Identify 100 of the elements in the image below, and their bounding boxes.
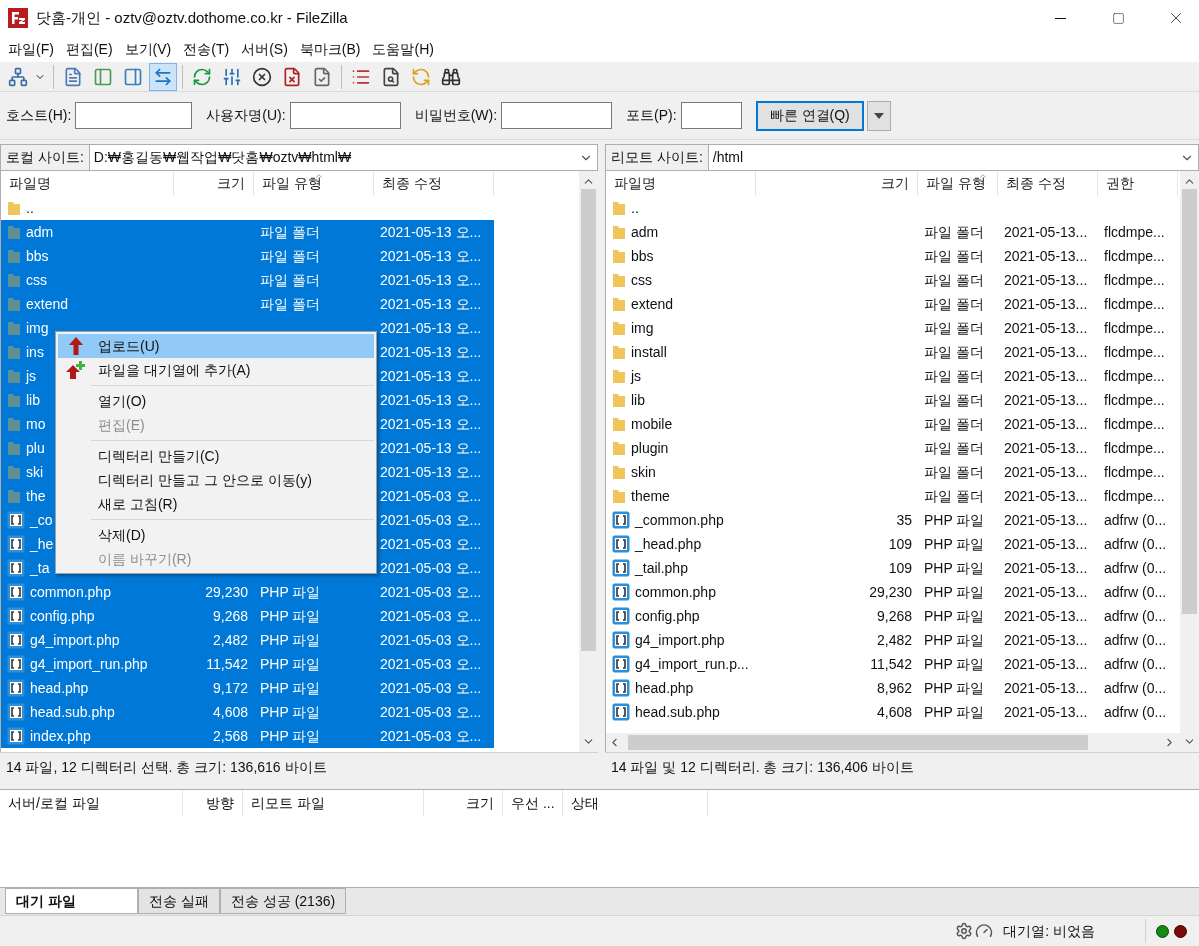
table-cell-text: flcdmpe... (1104, 294, 1165, 314)
table-cell-text: 2021-05-13... (1004, 390, 1088, 410)
table-cell-text: 파일 폴더 (924, 486, 984, 506)
table-cell-text: 2021-05-03 오... (380, 654, 482, 674)
file-name: head.php (30, 678, 89, 698)
table-cell-text: 2021-05-13... (1004, 486, 1088, 506)
table-cell-text: 2021-05-13... (1004, 246, 1088, 266)
table-cell-text: PHP 파일 (260, 654, 321, 674)
file-name: img (631, 318, 654, 338)
table-cell-text: 2021-05-03 오... (380, 606, 482, 626)
table-cell-text: 2021-05-13... (1004, 462, 1088, 482)
file-name: head.php (635, 678, 694, 698)
table-cell-text: 파일 폴더 (924, 246, 984, 266)
file-name: lib (631, 390, 645, 410)
file-name: config.php (635, 606, 700, 626)
table-cell-text: flcdmpe... (1104, 246, 1165, 266)
table-cell-text: PHP 파일 (260, 582, 321, 602)
table-cell-text: 2021-05-13... (1004, 366, 1088, 386)
file-name: lib (26, 390, 40, 410)
file-name: head.sub.php (635, 702, 720, 722)
table-cell-text: 2021-05-03 오... (380, 678, 482, 698)
table-cell-text: 파일 폴더 (260, 246, 320, 266)
field-label: 포트(P): (626, 106, 677, 125)
table-cell-text: 9,268 (876, 606, 912, 626)
table-cell-text: 파일 폴더 (924, 318, 984, 338)
table-cell-text: 2021-05-13... (1004, 222, 1088, 242)
table-cell-text: 109 (888, 534, 912, 554)
file-name: extend (26, 294, 69, 314)
file-name: extend (631, 294, 674, 314)
file-name: index.php (30, 726, 91, 746)
table-cell-text: 2021-05-03 오... (380, 486, 482, 506)
table-cell-text: 2021-05-13... (1004, 342, 1088, 362)
file-name: bbs (26, 246, 49, 266)
table-cell-text: adfrw (0... (1104, 534, 1167, 554)
table-cell-text: PHP 파일 (924, 654, 985, 674)
file-name: _he (30, 534, 54, 554)
file-name: g4_import.php (30, 630, 120, 650)
file-name: g4_import_run.p... (635, 654, 749, 674)
file-name: .. (26, 198, 34, 218)
table-cell-text: 2021-05-03 오... (380, 582, 482, 602)
table-cell-text: 파일 폴더 (924, 294, 984, 314)
file-name: g4_import.php (635, 630, 725, 650)
file-name: js (631, 366, 642, 386)
table-cell-text: 2021-05-13 오... (380, 438, 482, 458)
file-name: mo (26, 414, 46, 434)
table-cell-text: 2021-05-13... (1004, 438, 1088, 458)
file-name: ski (26, 462, 44, 482)
table-cell-text: 11,542 (870, 654, 912, 674)
table-cell-text: 파일 폴더 (260, 222, 320, 242)
table-cell-text: 2021-05-13 오... (380, 222, 482, 242)
table-cell-text: flcdmpe... (1104, 342, 1165, 362)
file-name: common.php (30, 582, 111, 602)
queue-status-text: 대기열: 비었음 (1003, 921, 1095, 941)
pane-status-text: 14 파일 및 12 디렉터리. 총 크기: 136,406 바이트 (611, 758, 914, 777)
table-cell-text: 2021-05-13 오... (380, 342, 482, 362)
table-cell-text: 2021-05-13 오... (380, 390, 482, 410)
table-cell-text: 29,230 (205, 582, 248, 602)
table-cell-text: PHP 파일 (924, 702, 985, 722)
file-name: _common.php (635, 510, 724, 530)
table-cell-text: 2021-05-13... (1004, 270, 1088, 290)
file-name: _co (30, 510, 53, 530)
file-name: ins (26, 342, 44, 362)
table-cell-text: 파일 폴더 (260, 294, 320, 314)
table-cell-text: 2021-05-03 오... (380, 702, 482, 722)
table-cell-text: flcdmpe... (1104, 414, 1165, 434)
table-cell-text: PHP 파일 (260, 702, 321, 722)
table-cell-text: 파일 폴더 (924, 222, 984, 242)
table-cell-text: adfrw (0... (1104, 606, 1167, 626)
file-name: g4_import_run.php (30, 654, 148, 674)
file-name: adm (631, 222, 659, 242)
table-cell-text: flcdmpe... (1104, 318, 1165, 338)
table-cell-text: adfrw (0... (1104, 678, 1167, 698)
table-cell-text: 파일 폴더 (924, 414, 984, 434)
table-cell-text: 9,172 (212, 678, 248, 698)
table-cell-text: 파일 폴더 (924, 390, 984, 410)
table-cell-text: 2021-05-13... (1004, 534, 1088, 554)
table-cell-text: PHP 파일 (924, 606, 985, 626)
table-cell-text: adfrw (0... (1104, 510, 1167, 530)
file-name: theme (631, 486, 670, 506)
file-name: _ta (30, 558, 50, 578)
table-cell-text: 2021-05-03 오... (380, 630, 482, 650)
table-cell-text: adfrw (0... (1104, 582, 1167, 602)
table-cell-text: PHP 파일 (924, 558, 985, 578)
table-cell-text: flcdmpe... (1104, 486, 1165, 506)
file-name: img (26, 318, 49, 338)
table-cell-text: PHP 파일 (260, 726, 321, 746)
table-cell-text: 2021-05-13... (1004, 582, 1088, 602)
table-cell-text: 2021-05-13... (1004, 558, 1088, 578)
table-cell-text: 8,962 (876, 678, 912, 698)
table-cell-text: adfrw (0... (1104, 702, 1167, 722)
file-name: config.php (30, 606, 95, 626)
table-cell-text: 파일 폴더 (924, 366, 984, 386)
file-name: js (26, 366, 37, 386)
file-name: common.php (635, 582, 716, 602)
table-cell-text: 2021-05-13 오... (380, 366, 482, 386)
table-cell-text: flcdmpe... (1104, 222, 1165, 242)
file-name: the (26, 486, 46, 506)
table-cell-text: flcdmpe... (1104, 462, 1165, 482)
table-cell-text: 109 (888, 558, 912, 578)
file-name: mobile (631, 414, 673, 434)
